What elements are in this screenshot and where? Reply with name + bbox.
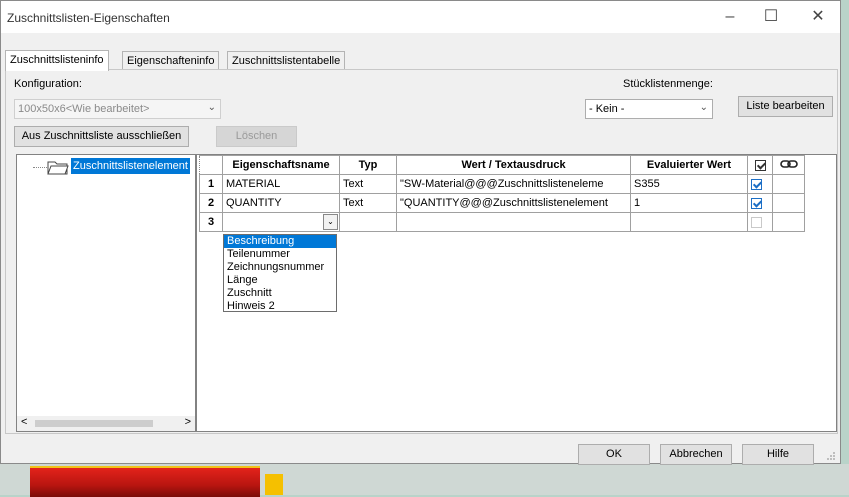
delete-button[interactable]: Löschen [216,126,297,147]
ok-button[interactable]: OK [578,444,650,465]
config-label: Konfiguration: [14,78,82,90]
edit-list-button[interactable]: Liste bearbeiten [738,96,833,117]
scroll-thumb[interactable] [35,420,153,427]
tab-panel: Konfiguration: 100x50x6<Wie bearbeitet> … [5,69,838,434]
cell-value-expression[interactable]: "SW-Material@@@Zuschnittslisteneleme [396,174,631,194]
minimize-button[interactable]: – [719,7,741,27]
row-number: 2 [199,193,223,213]
title-bar: Zuschnittslisten-Eigenschaften – ☐ ✕ [1,1,840,33]
header-value-expression[interactable]: Wert / Textausdruck [396,155,631,175]
property-name-combo[interactable]: ⌄ [226,214,338,230]
grid-header-row: Eigenschaftsname Typ Wert / Textausdruck… [199,155,805,175]
tree-connector [33,167,47,168]
tab-property-info[interactable]: Eigenschafteninfo [122,51,220,70]
cell-type[interactable]: Text [339,193,397,213]
cell-type[interactable] [339,212,397,232]
property-name-dropdown-list: Beschreibung Teilenummer Zeichnungsnumme… [223,234,337,312]
model-red-part [30,466,260,497]
grid-corner-cell [199,155,223,175]
cell-checkbox[interactable] [747,193,773,213]
cell-property-name[interactable]: MATERIAL [222,174,340,194]
tree-horizontal-scrollbar[interactable]: < > [17,416,195,431]
list-item[interactable]: Teilenummer [224,248,336,261]
header-checkbox-cell[interactable] [747,155,773,175]
table-row: 1 MATERIAL Text "SW-Material@@@Zuschnitt… [199,174,805,194]
row-number: 3 [199,212,223,232]
list-item[interactable]: Zeichnungsnummer [224,261,336,274]
properties-dialog: Zuschnittslisten-Eigenschaften – ☐ ✕ Zus… [0,0,841,465]
tab-cutlist-info[interactable]: Zuschnittslisteninfo [5,50,109,71]
cell-link [772,212,805,232]
chevron-down-icon: ⌄ [207,102,216,113]
exclude-from-cutlist-button[interactable]: Aus Zuschnittsliste ausschließen [14,126,189,147]
link-icon[interactable] [779,159,798,169]
cell-link [772,174,805,194]
checkbox-icon[interactable] [751,197,762,209]
cancel-button[interactable]: Abbrechen [660,444,732,465]
cell-evaluated-value: S355 [630,174,748,194]
header-evaluated-value[interactable]: Evaluierter Wert [630,155,748,175]
list-item[interactable]: Beschreibung [224,235,336,248]
close-button[interactable]: ✕ [807,7,829,27]
bom-quantity-value: - Kein - [589,103,625,115]
header-link-cell[interactable] [772,155,805,175]
cell-property-name-editor[interactable]: ⌄ [222,212,340,232]
list-item[interactable]: Hinweis 2 [224,300,336,313]
cell-type[interactable]: Text [339,174,397,194]
cell-evaluated-value [630,212,748,232]
table-row: 3 ⌄ [199,212,805,232]
bom-quantity-label: Stücklistenmenge: [623,78,713,90]
config-select[interactable]: 100x50x6<Wie bearbeitet> ⌄ [14,99,221,119]
resize-grip-icon[interactable] [826,451,836,461]
tree-item-cutlist-element[interactable]: Zuschnittslistenelement [71,158,190,174]
folder-icon [47,161,69,175]
chevron-down-icon: ⌄ [699,102,708,113]
scroll-right-icon[interactable]: > [185,416,191,428]
cell-value-expression[interactable] [396,212,631,232]
checkbox-icon[interactable] [751,178,762,190]
scroll-left-icon[interactable]: < [21,416,27,428]
row-number: 1 [199,174,223,194]
config-value: 100x50x6<Wie bearbeitet> [18,103,150,115]
list-item[interactable]: Zuschnitt [224,287,336,300]
cell-property-name[interactable]: QUANTITY [222,193,340,213]
header-type[interactable]: Typ [339,155,397,175]
maximize-button[interactable]: ☐ [760,7,782,27]
cell-checkbox[interactable] [747,212,773,232]
cell-value-expression[interactable]: "QUANTITY@@@Zuschnittslistenelement [396,193,631,213]
checkbox-icon[interactable] [751,216,762,228]
bom-quantity-select[interactable]: - Kein - ⌄ [585,99,713,119]
cutlist-tree: Zuschnittslistenelement < > [16,154,196,432]
cell-checkbox[interactable] [747,174,773,194]
property-grid: Eigenschaftsname Typ Wert / Textausdruck… [199,155,805,232]
help-button[interactable]: Hilfe [742,444,814,465]
window-title: Zuschnittslisten-Eigenschaften [7,11,170,25]
table-row: 2 QUANTITY Text "QUANTITY@@@Zuschnittsli… [199,193,805,213]
checkbox-icon[interactable] [754,159,766,171]
list-item[interactable]: Länge [224,274,336,287]
header-property-name[interactable]: Eigenschaftsname [222,155,340,175]
cell-evaluated-value: 1 [630,193,748,213]
cell-link [772,193,805,213]
tab-cutlist-table[interactable]: Zuschnittslistentabelle [227,51,346,70]
chevron-down-icon[interactable]: ⌄ [323,214,338,230]
model-yellow-part [265,474,283,495]
